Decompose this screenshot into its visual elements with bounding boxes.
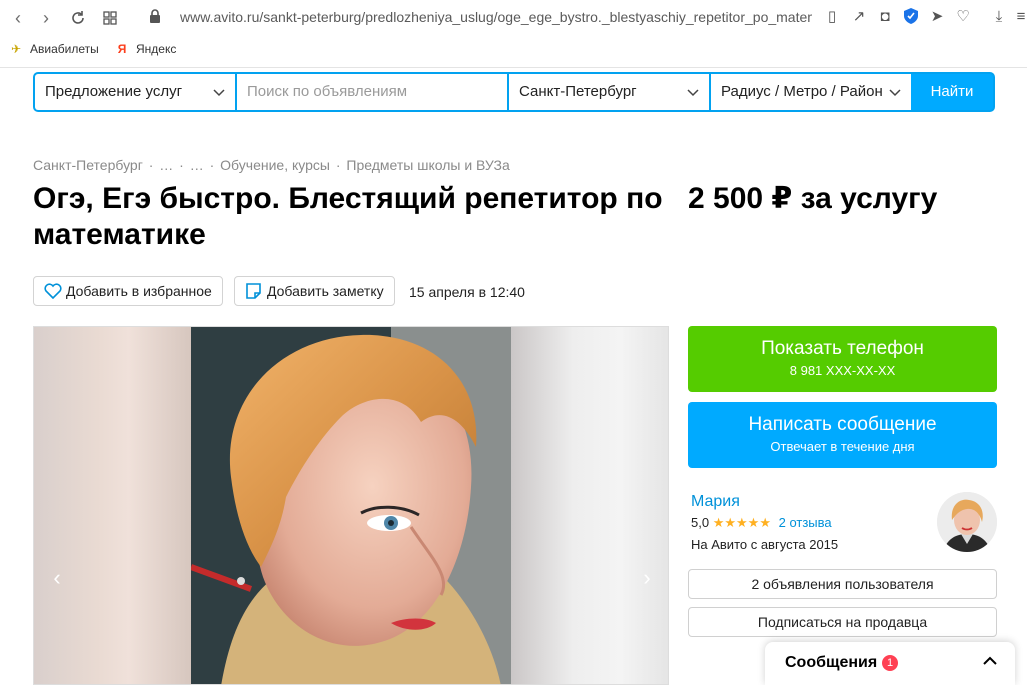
- publish-date: 15 апреля в 12:40: [409, 284, 525, 300]
- listing-photo[interactable]: [191, 327, 511, 684]
- seller-name[interactable]: Мария: [691, 493, 740, 511]
- seller-rating: 5,0 ★★★★★ 2 отзыва: [691, 515, 832, 531]
- avatar[interactable]: [937, 492, 997, 552]
- url-domain: www.avito.ru: [180, 9, 260, 25]
- breadcrumb-separator: ·: [335, 157, 341, 173]
- gallery-next-icon[interactable]: ›: [637, 565, 657, 591]
- url-path: /sankt-peterburg/predlozheniya_uslug/oge…: [259, 9, 812, 25]
- gallery-blur-left: [34, 327, 192, 684]
- messages-panel[interactable]: Сообщения 1: [765, 642, 1015, 685]
- heart-icon[interactable]: ♡: [954, 8, 972, 26]
- bookmark-aviabilety[interactable]: ✈ Авиабилеты: [8, 42, 99, 56]
- city-value: Санкт-Петербург: [519, 83, 637, 100]
- chevron-down-icon: [213, 74, 225, 110]
- seller-since: На Авито с августа 2015: [691, 537, 839, 552]
- messages-label: Сообщения: [785, 654, 878, 671]
- breadcrumb-item[interactable]: Санкт-Петербург: [33, 157, 143, 173]
- bookmarks-bar: ✈ Авиабилеты Я Яндекс: [0, 38, 1027, 64]
- back-icon[interactable]: ‹: [6, 6, 30, 30]
- breadcrumb-item[interactable]: …: [190, 157, 204, 173]
- heart-icon: [44, 283, 62, 299]
- radius-select[interactable]: Радиус / Метро / Район: [711, 74, 911, 110]
- page-title: Огэ, Егэ быстро. Блестящий репетитор по …: [33, 182, 663, 251]
- phone-number: 8 981 XXX-XX-XX: [789, 363, 896, 378]
- browser-chrome: ‹ › www.avito.ru/sankt-peterburg/predloz…: [0, 0, 1027, 68]
- shield-icon[interactable]: [902, 8, 920, 26]
- favorites-label: Добавить в избранное: [66, 283, 212, 299]
- tabs-grid-icon[interactable]: [98, 6, 122, 30]
- breadcrumb-item[interactable]: Предметы школы и ВУЗа: [346, 157, 509, 173]
- chevron-down-icon: [889, 74, 901, 110]
- breadcrumb-separator: ·: [179, 157, 184, 173]
- gallery-blur-right: [510, 327, 668, 684]
- breadcrumb-item[interactable]: Обучение, курсы: [220, 157, 330, 173]
- breadcrumb-item[interactable]: …: [159, 157, 173, 173]
- breadcrumb-separator: ·: [148, 157, 154, 173]
- reader-icon[interactable]: ▯: [823, 8, 841, 26]
- breadcrumb-separator: ·: [209, 157, 215, 173]
- chevron-up-icon[interactable]: [981, 652, 999, 670]
- add-note-button[interactable]: Добавить заметку: [234, 276, 395, 306]
- reply-time: Отвечает в течение дня: [770, 439, 915, 454]
- yandex-icon: Я: [117, 42, 127, 56]
- photo-gallery: ‹ ›: [33, 326, 669, 685]
- share-icon[interactable]: ↗: [850, 8, 868, 26]
- reload-icon[interactable]: [66, 6, 90, 30]
- gallery-prev-icon[interactable]: ‹: [47, 565, 67, 591]
- city-select[interactable]: Санкт-Петербург: [509, 74, 709, 110]
- subscribe-button[interactable]: Подписаться на продавца: [688, 607, 997, 637]
- search-button[interactable]: Найти: [911, 74, 993, 110]
- search-bar: Предложение услуг Поиск по объявлениям С…: [33, 72, 995, 112]
- send-icon[interactable]: ➤: [928, 8, 946, 26]
- bookmark-label: Авиабилеты: [30, 42, 99, 56]
- radius-value: Радиус / Метро / Район: [721, 83, 883, 100]
- rating-value: 5,0: [691, 515, 710, 530]
- unread-badge: 1: [882, 655, 898, 671]
- category-value: Предложение услуг: [45, 83, 183, 100]
- other-ads-button[interactable]: 2 объявления пользователя: [688, 569, 997, 599]
- price: 2 500 ₽ за услугу: [688, 182, 938, 215]
- write-message-label: Написать сообщение: [748, 414, 937, 435]
- show-phone-button[interactable]: Показать телефон 8 981 XXX-XX-XX: [688, 326, 997, 392]
- address-bar[interactable]: www.avito.ru/sankt-peterburg/predlozheni…: [180, 9, 812, 25]
- add-to-favorites-button[interactable]: Добавить в избранное: [33, 276, 223, 306]
- note-icon: [246, 283, 261, 299]
- bookmark-yandex[interactable]: Я Яндекс: [114, 42, 177, 56]
- plane-icon: ✈: [10, 42, 22, 56]
- category-select[interactable]: Предложение услуг: [35, 74, 235, 110]
- bookmark-label: Яндекс: [136, 42, 177, 56]
- forward-icon[interactable]: ›: [34, 6, 58, 30]
- chevron-down-icon: [687, 74, 699, 110]
- search-input[interactable]: Поиск по объявлениям: [237, 74, 507, 110]
- search-placeholder: Поиск по объявлениям: [247, 83, 408, 100]
- write-message-button[interactable]: Написать сообщение Отвечает в течение дн…: [688, 402, 997, 468]
- breadcrumb: Санкт-Петербург · … · … · Обучение, курс…: [33, 157, 512, 173]
- show-phone-label: Показать телефон: [761, 338, 924, 359]
- download-icon[interactable]: ⤓: [990, 8, 1008, 26]
- camera-icon[interactable]: ◘: [876, 8, 894, 26]
- lock-icon: [150, 9, 160, 23]
- menu-icon[interactable]: ≡: [1012, 8, 1027, 26]
- note-label: Добавить заметку: [267, 283, 384, 299]
- rating-stars: ★★★★★: [712, 515, 771, 530]
- reviews-link[interactable]: 2 отзыва: [779, 515, 832, 530]
